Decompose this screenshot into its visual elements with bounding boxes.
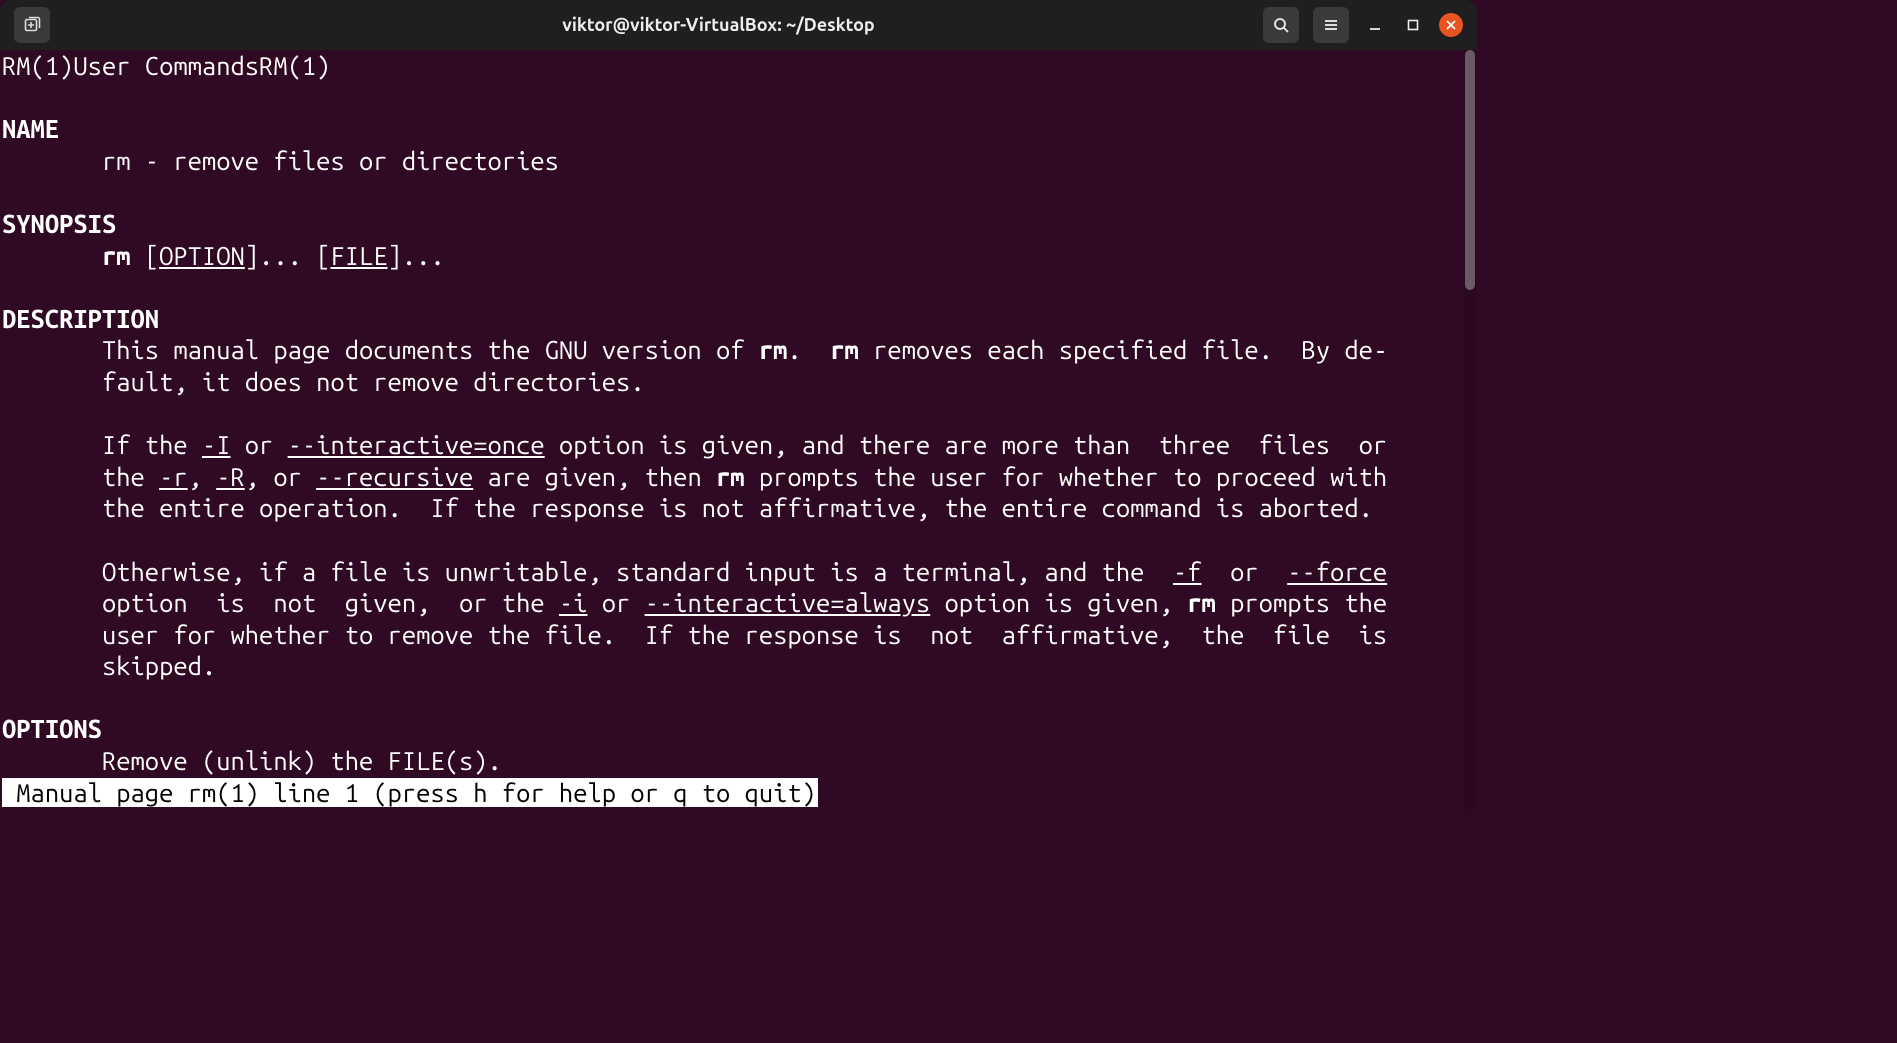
maximize-icon [1406,18,1420,32]
man-header: RM(1)User CommandsRM(1) [2,50,1463,82]
name-line: rm - remove files or directories [2,145,1463,177]
desc-p3-l2: option is not given, or the -i or --inte… [2,587,1463,619]
titlebar-left [8,7,228,43]
terminal-body-wrap: RM(1)User CommandsRM(1) NAMErm - remove f… [0,50,1477,815]
hamburger-icon [1322,16,1340,34]
man-status-line: Manual page rm(1) line 1 (press h for he… [2,778,818,807]
titlebar: viktor@viktor-VirtualBox: ~/Desktop [0,0,1477,50]
section-synopsis: SYNOPSIS [2,208,1463,240]
close-button[interactable] [1439,13,1463,37]
man-header-left: RM(1) [2,51,73,80]
window-title: viktor@viktor-VirtualBox: ~/Desktop [228,15,1209,35]
scrollbar[interactable] [1463,50,1477,815]
desc-p3-l4: skipped. [2,650,1463,682]
desc-p1-l1: This manual page documents the GNU versi… [2,334,1463,366]
desc-p2-l2: the -r, -R, or --recursive are given, th… [2,461,1463,493]
man-header-center: User Commands [73,51,259,80]
man-header-right: RM(1) [259,51,330,80]
desc-p2-l1: If the -I or --interactive=once option i… [2,429,1463,461]
section-name: NAME [2,113,1463,145]
titlebar-right [1209,7,1469,43]
options-l1: Remove (unlink) the FILE(s). [2,745,1463,777]
close-icon [1445,19,1457,31]
new-tab-button[interactable] [14,7,50,43]
section-description: DESCRIPTION [2,303,1463,335]
maximize-button[interactable] [1401,13,1425,37]
section-options: OPTIONS [2,713,1463,745]
minimize-button[interactable] [1363,13,1387,37]
terminal-window: viktor@viktor-VirtualBox: ~/Desktop [0,0,1477,815]
new-tab-icon [23,16,41,34]
status-line-wrap: Manual page rm(1) line 1 (press h for he… [2,777,1463,809]
scrollbar-thumb[interactable] [1465,50,1475,290]
minimize-icon [1368,18,1382,32]
search-button[interactable] [1263,7,1299,43]
desc-p3-l3: user for whether to remove the file. If … [2,619,1463,651]
desc-p3-l1: Otherwise, if a file is unwritable, stan… [2,556,1463,588]
terminal-viewport[interactable]: RM(1)User CommandsRM(1) NAMErm - remove f… [0,50,1463,815]
desc-p2-l3: the entire operation. If the response is… [2,492,1463,524]
synopsis-line: rm [OPTION]... [FILE]... [2,240,1463,272]
man-page-content: RM(1)User CommandsRM(1) NAMErm - remove f… [0,50,1463,808]
search-icon [1272,16,1290,34]
desc-p1-l2: fault, it does not remove directories. [2,366,1463,398]
menu-button[interactable] [1313,7,1349,43]
